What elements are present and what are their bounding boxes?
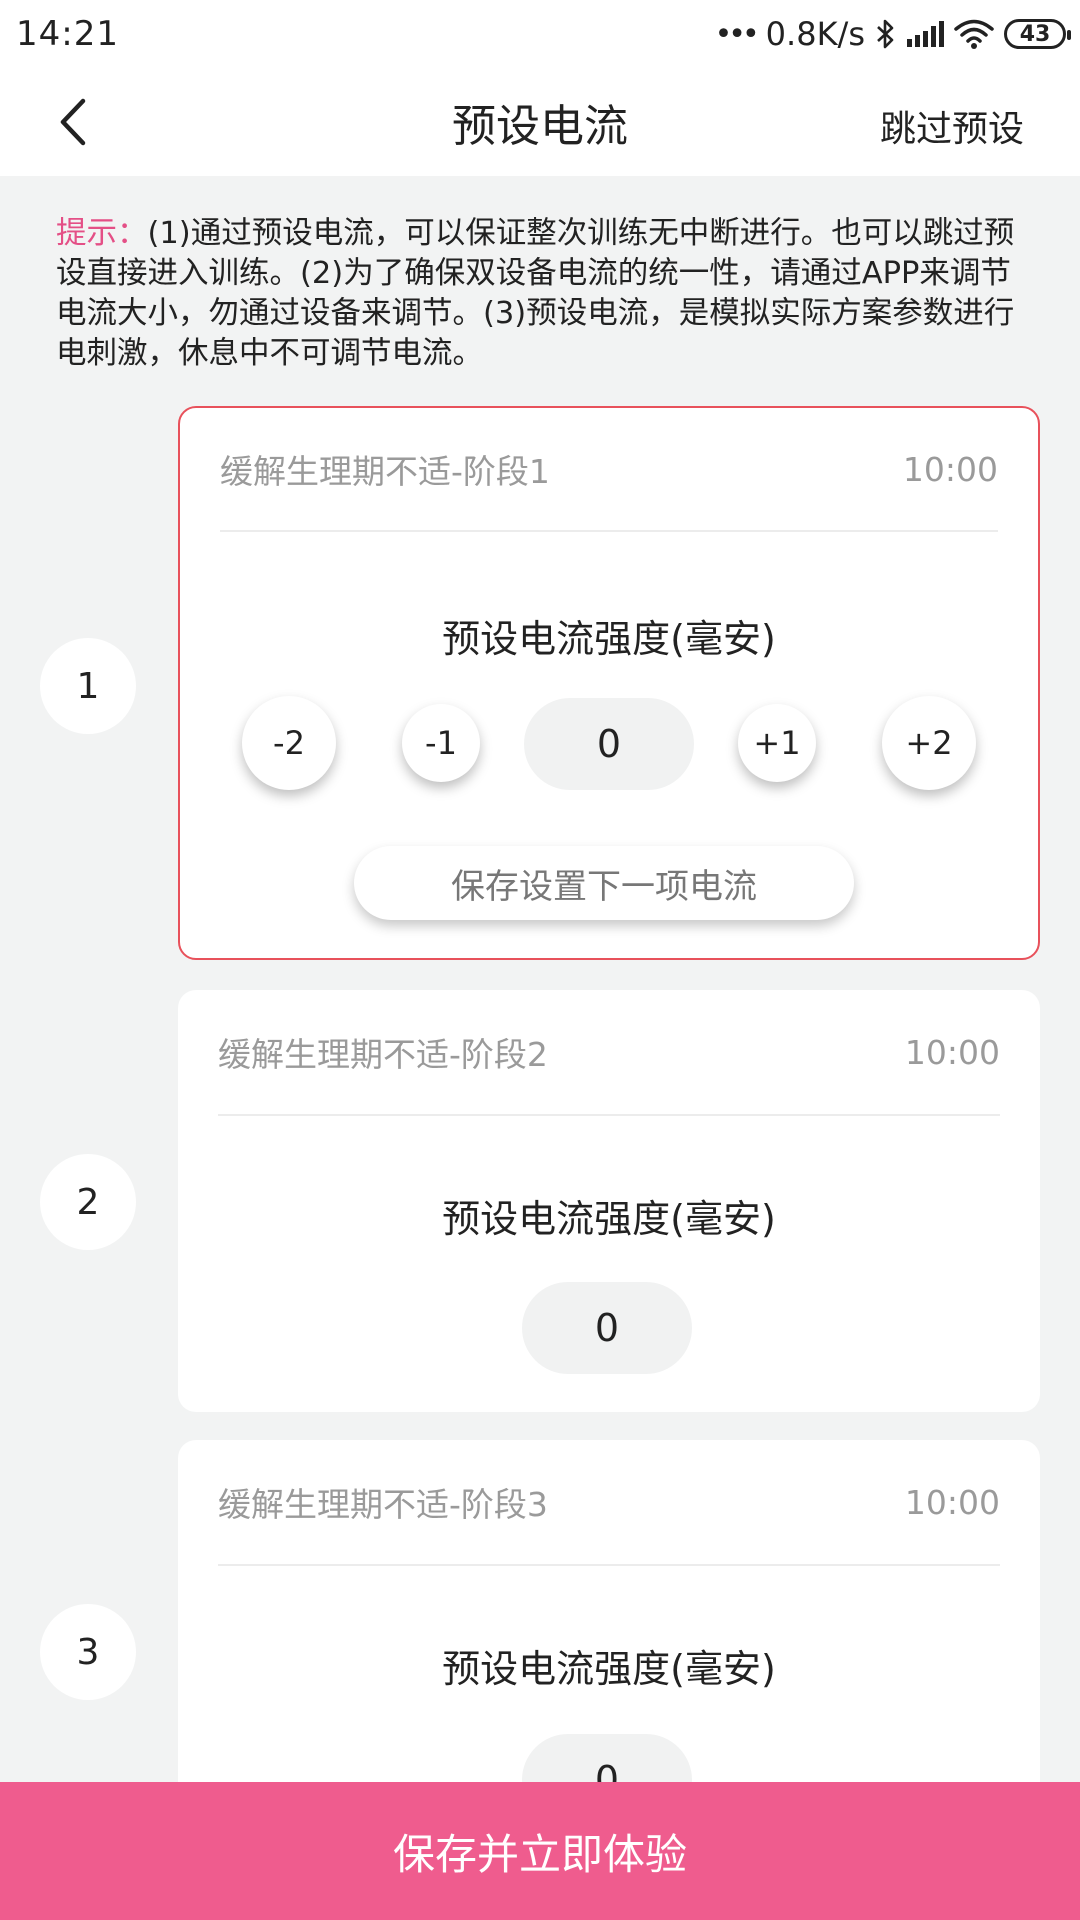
save-and-start-label: 保存并立即体验 — [392, 1829, 687, 1879]
network-speed-text: 0.8K/s — [765, 15, 865, 53]
wifi-icon — [954, 19, 994, 49]
status-icons: ••• 0.8K/s 43 — [715, 15, 1071, 53]
current-value: 0 — [594, 1306, 620, 1350]
chevron-left-icon — [60, 98, 86, 146]
stage-card-header: 缓解生理期不适-阶段2 10:00 — [218, 990, 1000, 1116]
bluetooth-icon — [877, 19, 894, 49]
hint-text: (1)通过预设电流，可以保证整次训练无中断进行。也可以跳过预设直接进入训练。(2… — [56, 216, 1015, 371]
stage-card-header: 缓解生理期不适-阶段3 10:00 — [218, 1440, 1000, 1566]
current-value-display: 0 — [522, 1282, 692, 1374]
increase-2-button[interactable]: +2 — [882, 696, 976, 790]
preset-current-label: 预设电流强度(毫安) — [442, 1647, 776, 1691]
preset-current-label: 预设电流强度(毫安) — [442, 1197, 776, 1241]
current-value: 0 — [596, 722, 622, 766]
dots-icon: ••• — [714, 16, 760, 52]
network-speed: ••• 0.8K/s — [715, 15, 865, 53]
step-number-3: 3 — [40, 1604, 136, 1700]
stage-duration: 10:00 — [904, 1482, 1000, 1522]
increase-1-button[interactable]: +1 — [738, 704, 816, 782]
stage-name: 缓解生理期不适-阶段2 — [218, 1035, 548, 1074]
save-and-start-button[interactable]: 保存并立即体验 — [0, 1782, 1080, 1920]
back-button[interactable] — [44, 94, 100, 150]
step-number-2: 2 — [40, 1154, 136, 1250]
hint-label: 提示： — [56, 216, 148, 251]
increase-1-label: +1 — [753, 724, 801, 762]
hint-text-block: 提示：(1)通过预设电流，可以保证整次训练无中断进行。也可以跳过预设直接进入训练… — [56, 214, 1016, 374]
skip-preset-button[interactable]: 跳过预设 — [880, 100, 1024, 152]
decrease-1-label: -1 — [425, 724, 457, 762]
decrease-2-button[interactable]: -2 — [242, 696, 336, 790]
decrease-2-label: -2 — [273, 724, 305, 762]
step-number-label: 1 — [76, 665, 100, 707]
battery-level: 43 — [1019, 21, 1051, 47]
preset-current-label: 预设电流强度(毫安) — [442, 617, 776, 661]
step-number-label: 2 — [76, 1181, 100, 1223]
battery-icon: 43 — [1004, 19, 1071, 49]
page-title: 预设电流 — [452, 101, 628, 152]
increase-2-label: +2 — [905, 724, 953, 762]
stage-card-header: 缓解生理期不适-阶段1 10:00 — [220, 408, 998, 532]
stage-name: 缓解生理期不适-阶段3 — [218, 1485, 548, 1524]
current-value-display: 0 — [524, 698, 694, 790]
status-bar: 14:21 ••• 0.8K/s 43 — [0, 0, 1080, 68]
stage-card-1[interactable]: 缓解生理期不适-阶段1 10:00 预设电流强度(毫安) -2 -1 0 +1 … — [178, 406, 1040, 960]
status-time: 14:21 — [16, 14, 119, 54]
decrease-1-button[interactable]: -1 — [402, 704, 480, 782]
save-next-button[interactable]: 保存设置下一项电流 — [354, 846, 854, 920]
stage-card-2[interactable]: 缓解生理期不适-阶段2 10:00 预设电流强度(毫安) 0 — [178, 990, 1040, 1412]
step-number-label: 3 — [76, 1631, 100, 1673]
step-number-1: 1 — [40, 638, 136, 734]
signal-icon — [907, 21, 944, 47]
stage-duration: 10:00 — [904, 1032, 1000, 1072]
header: 预设电流 跳过预设 — [0, 68, 1080, 176]
save-next-label: 保存设置下一项电流 — [451, 866, 757, 907]
stage-duration: 10:00 — [902, 449, 998, 489]
stage-name: 缓解生理期不适-阶段1 — [220, 452, 550, 491]
